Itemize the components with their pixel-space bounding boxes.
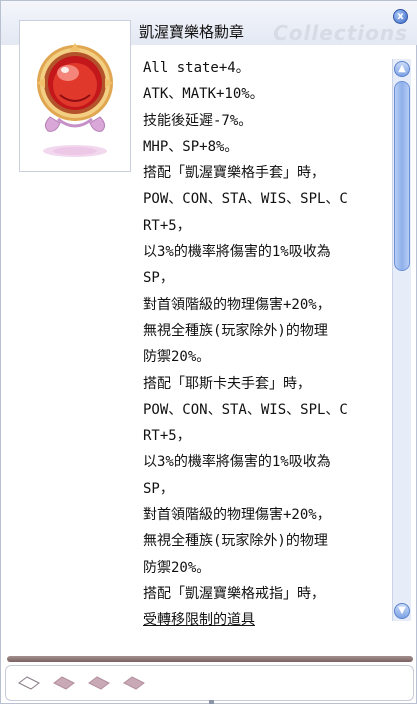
description-line: 無視全種族(玩家除外)的物理 — [143, 533, 328, 550]
description-line: 防禦20%。 — [143, 349, 211, 366]
item-description-window: Collections 凱渥寶樂格勳章 x All state+4。 ATK、M… — [0, 0, 417, 704]
description-line: All state+4。 — [143, 60, 250, 76]
card-slot[interactable] — [123, 675, 145, 690]
description-line: 搭配「凱渥寶樂格戒指」時， — [143, 585, 325, 602]
description-line: 對首領階級的物理傷害+20%， — [143, 507, 331, 524]
collections-watermark: Collections — [273, 21, 408, 45]
scroll-down-button[interactable]: ▼ — [394, 603, 410, 619]
slot-diamond-icon — [123, 676, 145, 690]
description-line: POW、CON、STA、WIS、SPL、C — [143, 191, 348, 208]
card-slot-bar — [5, 665, 414, 701]
slot-diamond-icon — [18, 676, 40, 690]
scroll-thumb[interactable] — [394, 81, 410, 271]
item-name: 凱渥寶樂格勳章 — [139, 23, 245, 41]
slot-diamond-icon — [53, 676, 75, 690]
chevron-down-icon: ▼ — [398, 605, 406, 616]
item-image — [19, 20, 131, 172]
description-line: 防禦20%。 — [143, 559, 211, 576]
scroll-up-button[interactable]: ▲ — [394, 61, 410, 77]
medal-ornament-icon — [37, 43, 113, 157]
trade-restriction-note: 受轉移限制的道具 — [143, 612, 255, 629]
description-line: 無視全種族(玩家除外)的物理 — [143, 322, 328, 339]
divider — [7, 656, 413, 662]
description-line: ATK、MATK+10%。 — [143, 86, 264, 103]
description-line: RT+5， — [143, 428, 191, 445]
description-line: 對首領階級的物理傷害+20%， — [143, 296, 331, 313]
card-slot[interactable] — [88, 675, 110, 690]
description-line: SP， — [143, 480, 174, 497]
description-line: SP， — [143, 270, 174, 287]
description-line: MHP、SP+8%。 — [143, 138, 239, 155]
description-line: 搭配「耶斯卡夫手套」時， — [143, 375, 311, 392]
description-line: 技能後延遲-7%。 — [143, 112, 253, 129]
description-line: 以3%的機率將傷害的1%吸收為 — [143, 454, 331, 471]
description-line: 以3%的機率將傷害的1%吸收為 — [143, 244, 331, 261]
item-description: All state+4。 ATK、MATK+10%。 技能後延遲-7%。 MHP、SP… — [143, 55, 388, 634]
description-line: 搭配「凱渥寶樂格手套」時， — [143, 165, 325, 182]
card-slot[interactable] — [53, 675, 75, 690]
slot-diamond-icon — [88, 676, 110, 690]
chevron-up-icon: ▲ — [398, 63, 406, 74]
description-scrollbar[interactable]: ▲ ▼ — [392, 59, 411, 621]
empty-card-slot[interactable] — [18, 675, 40, 690]
resize-handle[interactable] — [209, 700, 214, 704]
description-line: RT+5， — [143, 217, 191, 234]
close-icon: x — [397, 11, 404, 22]
close-button[interactable]: x — [393, 9, 408, 24]
description-line: POW、CON、STA、WIS、SPL、C — [143, 401, 348, 418]
